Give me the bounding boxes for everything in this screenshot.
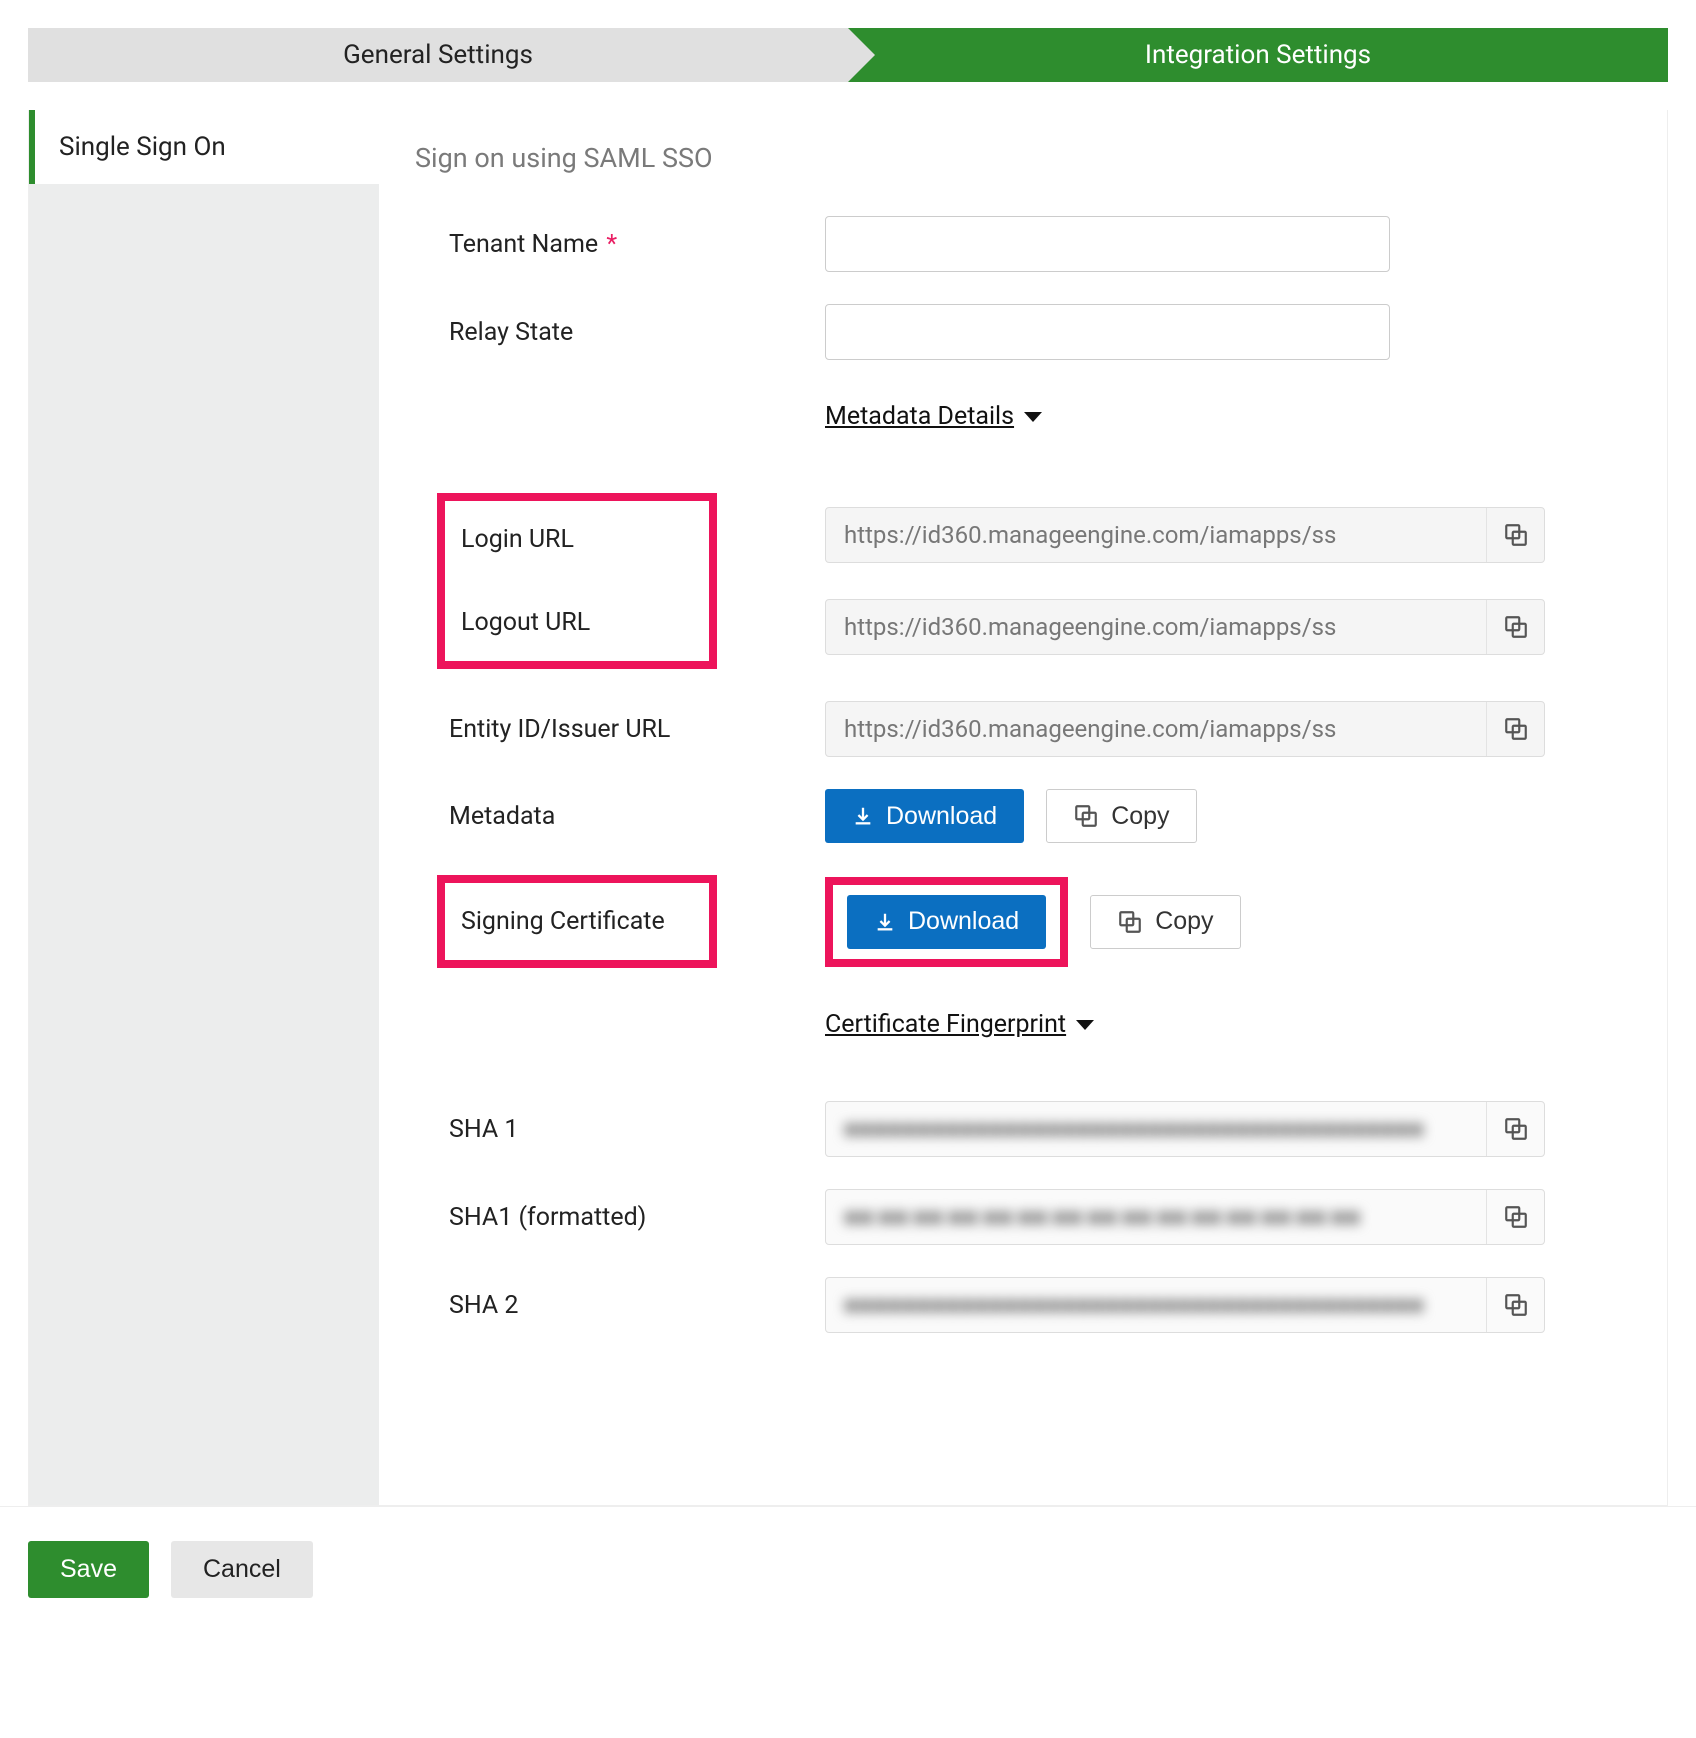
signing-cert-label: Signing Certificate	[459, 899, 695, 944]
copy-icon	[1503, 716, 1529, 742]
signing-cert-copy-button[interactable]: Copy	[1090, 895, 1240, 949]
logout-url-label: Logout URL	[459, 600, 695, 645]
entity-id-field: https://id360.manageengine.com/iamapps/s…	[825, 701, 1545, 757]
sha1-formatted-field: ■■:■■:■■:■■:■■:■■:■■:■■:■■:■■:■■:■■:■■:■…	[825, 1189, 1545, 1245]
copy-icon	[1503, 1292, 1529, 1318]
cancel-button[interactable]: Cancel	[171, 1541, 313, 1598]
sidebar-item-sso[interactable]: Single Sign On	[29, 110, 379, 184]
step-header: General Settings Integration Settings	[28, 28, 1668, 82]
section-title: Sign on using SAML SSO	[415, 142, 1619, 174]
copy-icon	[1503, 522, 1529, 548]
logout-url-value: https://id360.manageengine.com/iamapps/s…	[826, 605, 1486, 649]
entity-id-label: Entity ID/Issuer URL	[449, 715, 670, 744]
download-icon	[852, 805, 874, 827]
login-url-copy-button[interactable]	[1486, 508, 1544, 562]
copy-icon	[1073, 803, 1099, 829]
download-label: Download	[908, 907, 1019, 936]
copy-icon	[1503, 1204, 1529, 1230]
download-label: Download	[886, 802, 997, 831]
sha2-copy-button[interactable]	[1486, 1278, 1544, 1332]
sha1-copy-button[interactable]	[1486, 1102, 1544, 1156]
signing-cert-download-button[interactable]: Download	[847, 895, 1046, 949]
highlight-signing-download: Download	[825, 877, 1068, 967]
required-asterisk: *	[606, 230, 617, 259]
save-button[interactable]: Save	[28, 1541, 149, 1598]
chevron-down-icon	[1076, 1020, 1094, 1030]
sha2-label: SHA 2	[449, 1291, 518, 1320]
sha1-value: ■■■■■■■■■■■■■■■■■■■■■■■■■■■■■■■■■■■■■■■■	[826, 1107, 1486, 1152]
login-url-label: Login URL	[459, 517, 695, 562]
certificate-fingerprint-toggle[interactable]: Certificate Fingerprint	[825, 1010, 1094, 1039]
step-general-settings[interactable]: General Settings	[28, 28, 848, 82]
sha1-label: SHA 1	[449, 1115, 518, 1144]
copy-icon	[1503, 614, 1529, 640]
login-url-field: https://id360.manageengine.com/iamapps/s…	[825, 507, 1545, 563]
entity-id-value: https://id360.manageengine.com/iamapps/s…	[826, 707, 1486, 751]
metadata-label: Metadata	[449, 802, 555, 831]
sidebar-item-label: Single Sign On	[59, 132, 226, 162]
step-integration-settings[interactable]: Integration Settings	[848, 28, 1668, 82]
step-integration-label: Integration Settings	[1145, 40, 1371, 70]
entity-id-copy-button[interactable]	[1486, 702, 1544, 756]
tenant-name-input[interactable]	[825, 216, 1390, 272]
relay-state-input[interactable]	[825, 304, 1390, 360]
copy-icon	[1503, 1116, 1529, 1142]
relay-state-label: Relay State	[449, 318, 573, 347]
metadata-download-button[interactable]: Download	[825, 789, 1024, 843]
sha1-formatted-copy-button[interactable]	[1486, 1190, 1544, 1244]
chevron-down-icon	[1024, 412, 1042, 422]
copy-icon	[1117, 909, 1143, 935]
sha2-field: ■■■■■■■■■■■■■■■■■■■■■■■■■■■■■■■■■■■■■■■■	[825, 1277, 1545, 1333]
copy-label: Copy	[1155, 907, 1213, 936]
metadata-details-label: Metadata Details	[825, 402, 1014, 431]
logout-url-field: https://id360.manageengine.com/iamapps/s…	[825, 599, 1545, 655]
sha1-field: ■■■■■■■■■■■■■■■■■■■■■■■■■■■■■■■■■■■■■■■■	[825, 1101, 1545, 1157]
metadata-copy-button[interactable]: Copy	[1046, 789, 1196, 843]
step-general-label: General Settings	[343, 40, 533, 70]
logout-url-copy-button[interactable]	[1486, 600, 1544, 654]
footer-actions: Save Cancel	[0, 1506, 1696, 1644]
highlight-signing-cert: Signing Certificate	[437, 875, 717, 968]
sha2-value: ■■■■■■■■■■■■■■■■■■■■■■■■■■■■■■■■■■■■■■■■	[826, 1283, 1486, 1328]
tenant-name-label: Tenant Name	[449, 230, 598, 259]
sha1-formatted-value: ■■:■■:■■:■■:■■:■■:■■:■■:■■:■■:■■:■■:■■:■…	[826, 1195, 1486, 1240]
highlight-login-logout: Login URL Logout URL	[437, 493, 717, 669]
sha1-formatted-label: SHA1 (formatted)	[449, 1203, 646, 1232]
sidebar: Single Sign On	[29, 110, 379, 1505]
metadata-details-toggle[interactable]: Metadata Details	[825, 402, 1042, 431]
certificate-fingerprint-label: Certificate Fingerprint	[825, 1010, 1066, 1039]
download-icon	[874, 911, 896, 933]
copy-label: Copy	[1111, 802, 1169, 831]
login-url-value: https://id360.manageengine.com/iamapps/s…	[826, 513, 1486, 557]
